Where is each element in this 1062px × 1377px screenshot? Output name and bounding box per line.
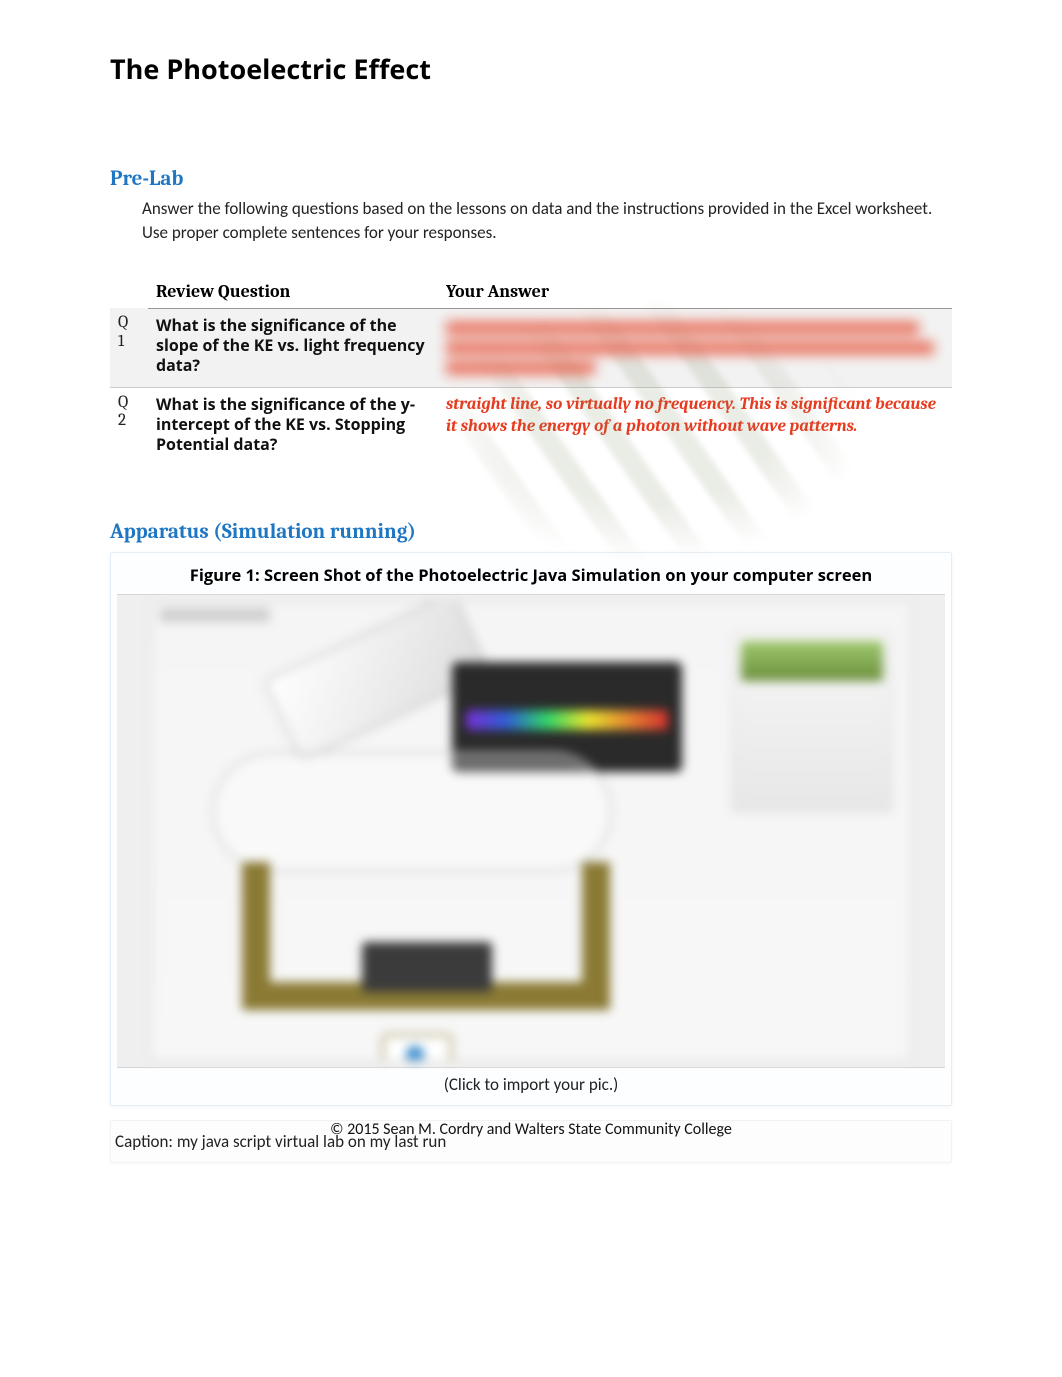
table-header-answer: Your Answer xyxy=(438,275,952,309)
redacted-answer xyxy=(446,321,944,375)
prelab-section: Pre-Lab Answer the following questions b… xyxy=(110,167,952,460)
apparatus-heading: Apparatus (Simulation running) xyxy=(110,520,952,544)
table-row: Q2 What is the significance of the y-int… xyxy=(110,387,952,460)
question-text: What is the significance of the slope of… xyxy=(156,315,430,375)
figure-title: Figure 1: Screen Shot of the Photoelectr… xyxy=(111,563,951,586)
simulation-screenshot-area[interactable] xyxy=(117,594,945,1068)
footer-copyright: © 2015 Sean M. Cordry and Walters State … xyxy=(0,1120,1062,1139)
sim-battery xyxy=(362,942,492,992)
question-number: Q1 xyxy=(118,314,140,351)
sim-menubar xyxy=(160,608,270,622)
sim-control-panel xyxy=(732,632,892,812)
figure-box: Figure 1: Screen Shot of the Photoelectr… xyxy=(110,552,952,1106)
simulation-screenshot xyxy=(151,601,911,1061)
review-table: Review Question Your Answer Q1 What is t… xyxy=(110,275,952,460)
page-title: The Photoelectric Effect xyxy=(110,50,952,87)
sim-wire xyxy=(582,862,610,992)
sim-vacuum-tube xyxy=(212,752,612,872)
sim-wire xyxy=(242,862,270,992)
answer-cell-redacted xyxy=(438,308,952,387)
import-pic-hint[interactable]: (Click to import your pic.) xyxy=(111,1074,951,1095)
table-row: Q1 What is the significance of the slope… xyxy=(110,308,952,387)
answer-cell: straight line, so virtually no frequency… xyxy=(438,387,952,460)
prelab-heading: Pre-Lab xyxy=(110,167,952,191)
table-header-blank xyxy=(110,275,148,309)
sim-ammeter-icon xyxy=(382,1034,452,1061)
question-text: What is the significance of the y-interc… xyxy=(156,394,430,454)
prelab-intro: Answer the following questions based on … xyxy=(142,197,952,245)
apparatus-section: Apparatus (Simulation running) Figure 1:… xyxy=(110,520,952,1163)
table-header-question: Review Question xyxy=(148,275,438,309)
question-number: Q2 xyxy=(118,394,140,431)
